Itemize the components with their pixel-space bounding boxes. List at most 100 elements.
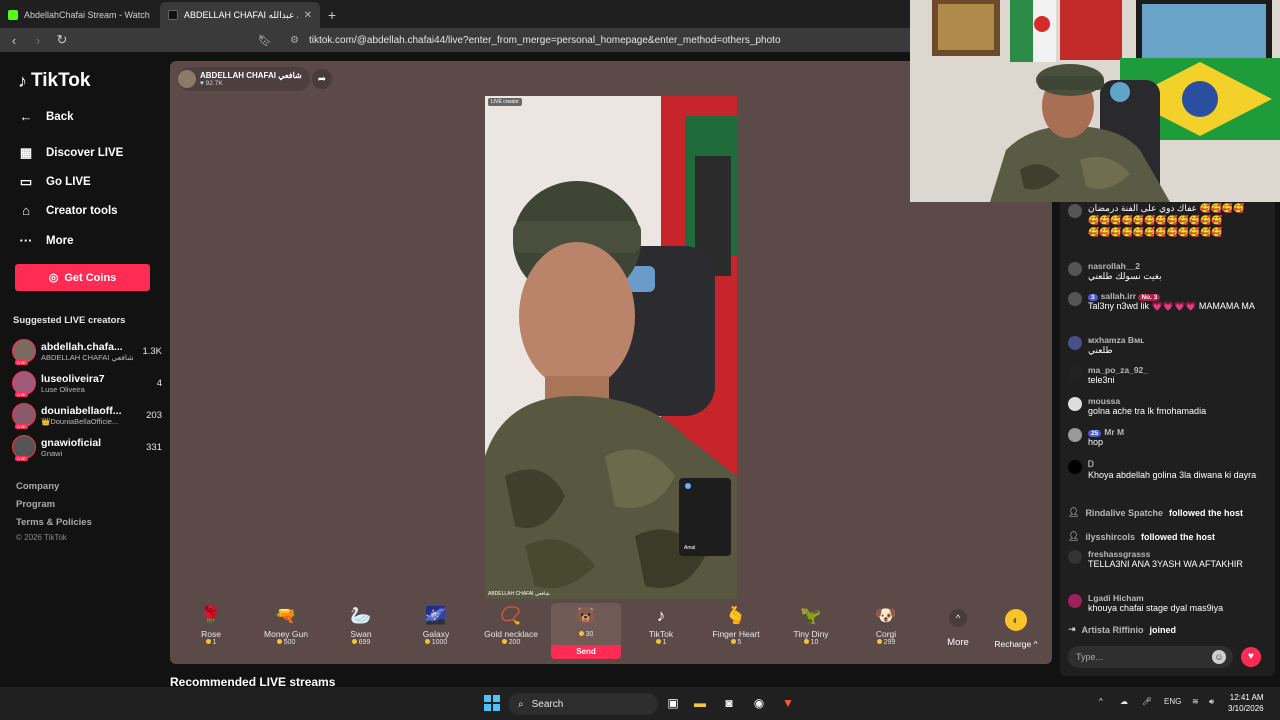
suggested-creator[interactable]: LIVE douniabellaoff... 👑DouniaBellaOffic… xyxy=(12,401,162,429)
message-user[interactable]: Mr M xyxy=(1104,427,1124,437)
suggested-creator[interactable]: LIVE luseoliveira7 Luse Oliveira 4 xyxy=(12,369,162,397)
recharge-label: Recharge ^ xyxy=(994,639,1038,649)
suggested-creator[interactable]: LIVE gnawioficial Gnawi 331 xyxy=(12,433,162,461)
message-user[interactable]: ma_po_za_92_ xyxy=(1088,365,1268,375)
chat-message: عفاك دوي على الفنة درمضان 🥰🥰🥰🥰 🥰🥰🥰🥰🥰🥰🥰🥰🥰… xyxy=(1068,203,1268,238)
footer-link-program[interactable]: Program xyxy=(16,499,55,510)
chat-message: ma_po_za_92_ tele3ni xyxy=(1068,365,1268,386)
home-icon: ⌂ xyxy=(22,203,30,218)
viewer-count: 4 xyxy=(156,377,162,389)
emoji-icon[interactable]: ☺ xyxy=(1212,650,1226,664)
capybara-icon: 🐻 xyxy=(575,606,597,625)
coin-icon xyxy=(876,639,882,644)
message-text: Khoya abdellah golina 3la diwana ki dayr… xyxy=(1088,470,1257,480)
gift-price: 1000 xyxy=(431,639,448,646)
gift-item[interactable]: 🌌 Galaxy 1000 xyxy=(401,603,471,659)
nav-label: Creator tools xyxy=(46,204,118,217)
message-text: طلعني xyxy=(1088,345,1113,355)
chat-message: nasrollah__2 بغيت نسولك طلعني xyxy=(1068,261,1268,282)
obs-icon[interactable]: ◉ xyxy=(751,695,767,711)
coin-icon xyxy=(501,639,507,644)
gift-item[interactable]: 🫰 Finger Heart 5 xyxy=(701,603,771,659)
brave-browser-icon[interactable]: ▼ xyxy=(780,695,796,711)
gift-item[interactable]: 🐶 Corgi 299 xyxy=(851,603,921,659)
get-coins-button[interactable]: ◎ Get Coins xyxy=(15,264,150,291)
language-indicator[interactable]: ENG xyxy=(1164,697,1181,706)
money-gun-icon: 🔫 xyxy=(275,606,297,625)
guest-pip[interactable]: Amal xyxy=(679,478,731,556)
recharge-button[interactable]: ◐ Recharge ^ xyxy=(986,603,1046,659)
nav-back[interactable]: ← Back xyxy=(18,109,74,124)
footer-link-terms[interactable]: Terms & Policies xyxy=(16,517,92,528)
nav-creator-tools[interactable]: ⌂ Creator tools xyxy=(18,203,118,218)
message-text: khouya chafai stage dyal mas9iya xyxy=(1088,603,1224,613)
host-badge[interactable]: ABDELLAH CHAFAI شافعي ♥ 92.7K xyxy=(178,67,310,91)
message-user[interactable]: Ꭰ xyxy=(1088,459,1268,470)
message-user[interactable]: ᴍxhamza Bᴍʟ xyxy=(1088,335,1268,345)
share-icon[interactable]: ➦ xyxy=(312,69,332,89)
forward-nav-icon[interactable]: › xyxy=(28,33,48,48)
volume-icon[interactable]: 🔊︎ xyxy=(1209,697,1214,707)
tab-stream[interactable]: AbdellahChafai Stream - Watch Live on xyxy=(0,2,160,28)
nav-discover-live[interactable]: ▦ Discover LIVE xyxy=(18,145,124,161)
message-user[interactable]: sallah.irr xyxy=(1101,291,1136,301)
gift-item[interactable]: 🌹 Rose 1 xyxy=(176,603,246,659)
gift-item[interactable]: 📿 Gold necklace 200 xyxy=(476,603,546,659)
camera-app-icon[interactable]: ◙ xyxy=(721,695,737,711)
message-user[interactable]: freshassgrasss xyxy=(1088,549,1268,559)
tray-overflow-icon[interactable]: ^ xyxy=(1099,697,1103,706)
avatar xyxy=(1068,594,1082,608)
suggested-creator[interactable]: LIVE abdellah.chafa... ABDELLAH CHAFAI ش… xyxy=(12,337,162,365)
video-watermark: ABDELLAH CHAFAI شافعي xyxy=(488,591,550,597)
join-icon: ⇥ xyxy=(1068,624,1076,634)
emoji-row: 🥰🥰🥰🥰🥰🥰🥰🥰🥰🥰🥰🥰 xyxy=(1088,215,1223,225)
back-nav-icon[interactable]: ‹ xyxy=(4,33,24,48)
microphone-icon[interactable]: 🎤︎ xyxy=(1142,697,1152,706)
bookmark-icon[interactable]: 🔖︎ xyxy=(258,34,272,47)
avatar xyxy=(1068,204,1082,218)
address-bar: ‹ › ↻ 🔖︎ ⚙︎ tiktok.com/@abdellah.chafai4… xyxy=(0,28,910,52)
gift-price: 200 xyxy=(508,639,521,646)
event-user[interactable]: ilysshircols xyxy=(1085,532,1135,542)
send-gift-button[interactable]: Send xyxy=(551,645,621,659)
reload-icon[interactable]: ↻ xyxy=(52,32,72,48)
windows-start-icon[interactable] xyxy=(484,695,500,711)
footer-link-company[interactable]: Company xyxy=(16,481,59,492)
gift-item[interactable]: 🔫 Money Gun 500 xyxy=(251,603,321,659)
file-explorer-icon[interactable]: ▬ xyxy=(692,695,708,711)
chat-input[interactable]: Type... xyxy=(1068,646,1233,668)
message-user[interactable]: moussa xyxy=(1088,396,1268,406)
tiktok-logo[interactable]: ♪ TikTok xyxy=(18,70,90,92)
more-gifts-button[interactable]: ^ More xyxy=(934,603,982,659)
gift-item[interactable]: 🦢 Swan 699 xyxy=(326,603,396,659)
event-user[interactable]: Artista Riffinio xyxy=(1082,625,1144,635)
guest-status-dot xyxy=(685,483,691,489)
suggested-title: Suggested LIVE creators xyxy=(13,315,126,326)
site-info-icon[interactable]: ⚙︎ xyxy=(290,35,299,46)
tab-tiktok-live[interactable]: ABDELLAH CHAFAI شافعي عبدالله ✕ xyxy=(160,2,320,28)
nav-go-live[interactable]: ▭ Go LIVE xyxy=(18,174,91,190)
task-view-icon[interactable]: ▣ xyxy=(665,695,681,711)
message-user[interactable]: Lgadi Hicham xyxy=(1088,593,1268,603)
camera-icon: ▭ xyxy=(19,174,33,189)
new-tab-button[interactable]: + xyxy=(320,2,344,28)
cloud-icon[interactable]: ☁ xyxy=(1120,697,1128,706)
tab-title: ABDELLAH CHAFAI شافعي عبدالله xyxy=(184,9,298,20)
event-user[interactable]: Rindalive Spatche xyxy=(1085,508,1163,518)
wifi-icon[interactable]: ≋ xyxy=(1192,697,1199,706)
coin-icon xyxy=(351,639,357,644)
gift-item[interactable]: ♪ TikTok 1 xyxy=(626,603,696,659)
nav-more[interactable]: ··· More xyxy=(18,233,74,248)
taskbar-clock[interactable]: 12:41 AM 3/10/2026 xyxy=(1228,692,1264,714)
heart-icon[interactable]: ♥ xyxy=(1241,647,1261,667)
tiktok-note-icon: ♪ xyxy=(18,70,27,91)
gift-name: Tiny Diny xyxy=(793,629,829,639)
close-tab-icon[interactable]: ✕ xyxy=(304,10,312,21)
live-video[interactable]: LIVE creator ABDELLAH CHAFAI شافعي Amal xyxy=(485,96,737,600)
gift-item[interactable]: 🦖 Tiny Diny 10 xyxy=(776,603,846,659)
creator-name: luseoliveira7 xyxy=(41,372,105,385)
gift-item-selected[interactable]: 🐻 30 Send xyxy=(551,603,621,659)
message-user[interactable]: nasrollah__2 xyxy=(1088,261,1268,271)
taskbar-search[interactable]: ⌕ Search xyxy=(508,693,658,715)
url-field[interactable]: tiktok.com/@abdellah.chafai44/live?enter… xyxy=(309,35,781,46)
